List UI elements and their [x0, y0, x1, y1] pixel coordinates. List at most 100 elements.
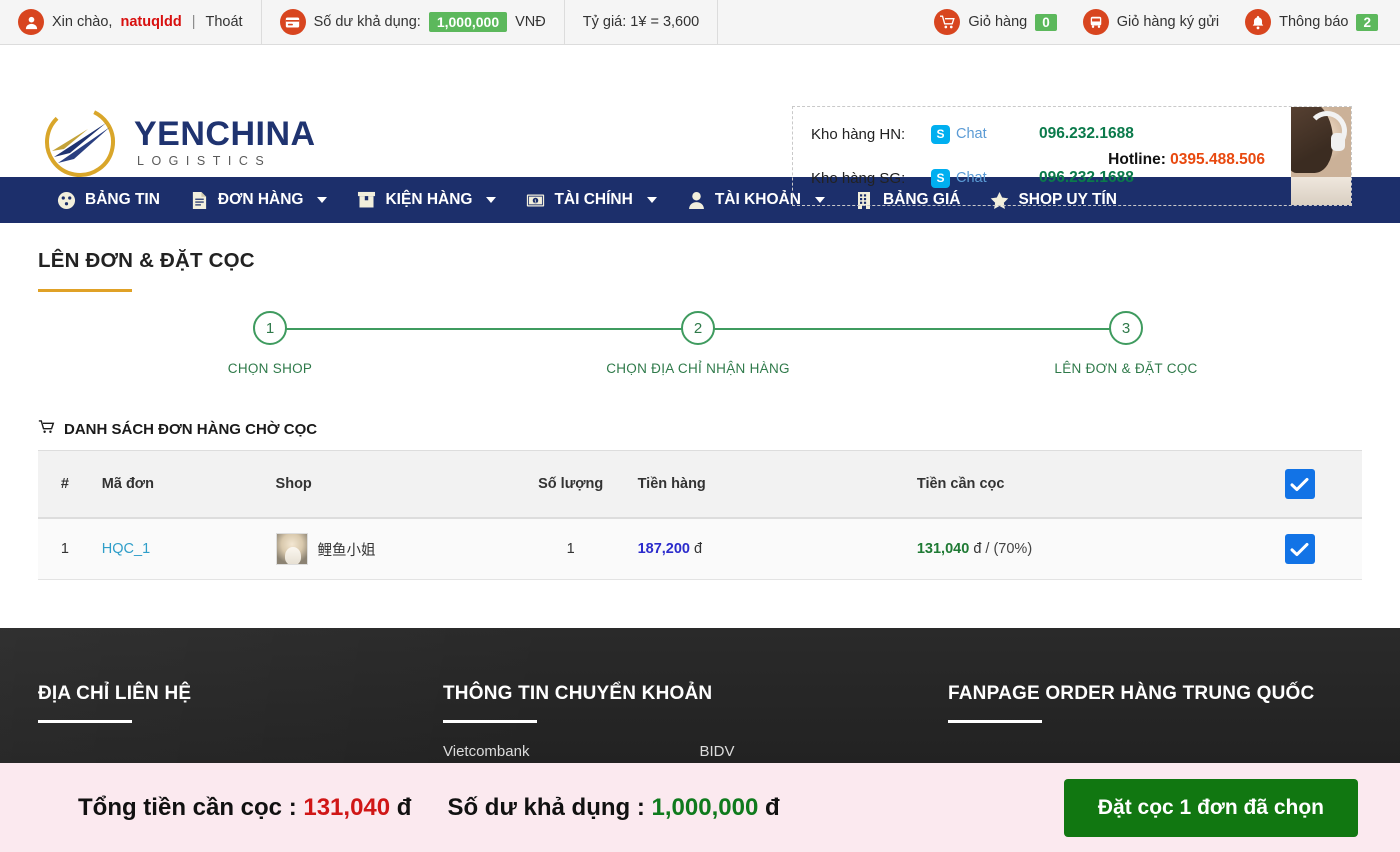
footer-bank-names: Vietcombank BIDV [443, 723, 948, 760]
step-2-circle: 2 [681, 311, 715, 345]
row-shop-cell: 鲤鱼小姐 [266, 518, 514, 580]
contact-info-box: Kho hàng HN: S Chat 096.232.1688 Kho hàn… [792, 106, 1352, 206]
row-select-cell [1238, 518, 1362, 580]
nav-item-don-hang[interactable]: ĐƠN HÀNG [175, 177, 343, 223]
nav-label: KIỆN HÀNG [385, 191, 472, 209]
username-label: natuqldd [120, 14, 181, 30]
logo-wordmark: YENCHINA LOGISTICS [134, 117, 316, 168]
col-qty: Số lượng [514, 451, 628, 519]
shop-info: 鲤鱼小姐 [276, 533, 504, 565]
wallet-icon [280, 9, 306, 35]
cart-heading-icon [38, 420, 55, 438]
orders-table-head: # Mã đơn Shop Số lượng Tiền hàng Tiền cầ… [38, 451, 1362, 519]
col-code: Mã đơn [92, 451, 266, 519]
row-quantity: 1 [514, 518, 628, 580]
topbar-spacer [718, 0, 934, 44]
footer-heading-underline [948, 720, 1042, 723]
footer-heading-underline [38, 720, 132, 723]
exchange-rate-cell: Tỷ giá: 1¥ = 3,600 [565, 0, 718, 44]
warehouse-sg-phone[interactable]: 096.232.1688 [1039, 169, 1134, 187]
balance-value: 1,000,000 [429, 12, 507, 32]
logo-mark-icon [40, 103, 128, 181]
row-amount-value: 187,200 [638, 541, 690, 557]
submit-deposit-button[interactable]: Đặt cọc 1 đơn đã chọn [1064, 779, 1358, 837]
progress-stepper: 1 CHỌN SHOP 2 CHỌN ĐỊA CHỈ NHẬN HÀNG 3 L… [38, 306, 1362, 396]
notification-label: Thông báo [1279, 14, 1348, 30]
step-1-chon-shop[interactable]: 1 CHỌN SHOP [170, 306, 370, 376]
warehouse-hn-label: Kho hàng HN: [811, 126, 931, 143]
step-3-label: LÊN ĐƠN & ĐẶT CỌC [1026, 361, 1226, 376]
site-logo[interactable]: YENCHINA LOGISTICS [40, 103, 316, 181]
order-list-heading: DANH SÁCH ĐƠN HÀNG CHỜ CỌC [38, 420, 1362, 438]
main-content: LÊN ĐƠN & ĐẶT CỌC 1 CHỌN SHOP 2 CHỌN ĐỊA… [0, 223, 1400, 580]
step-3-len-don[interactable]: 3 LÊN ĐƠN & ĐẶT CỌC [1026, 306, 1226, 376]
headset-earcup [1331, 133, 1345, 151]
row-index: 1 [38, 518, 92, 580]
deposit-action-bar: Tổng tiền cần cọc : 131,040 đ Số dư khả … [0, 763, 1400, 852]
col-shop: Shop [266, 451, 514, 519]
balance-label: Số dư khả dụng: [314, 14, 421, 30]
table-header-row: # Mã đơn Shop Số lượng Tiền hàng Tiền cầ… [38, 451, 1362, 519]
nav-label: TÀI KHOẢN [715, 191, 801, 209]
step-1-label: CHỌN SHOP [170, 361, 370, 376]
svg-text:1: 1 [535, 198, 538, 204]
money-icon: 1 [526, 191, 545, 210]
footer-col-contact: ĐỊA CHỈ LIÊN HỆ [38, 683, 443, 760]
hotline-number[interactable]: 0395.488.506 [1170, 151, 1265, 168]
row-select-checkbox[interactable] [1285, 534, 1315, 564]
skype-icon: S [931, 125, 950, 144]
chevron-down-icon [317, 197, 327, 203]
consign-label: Giỏ hàng ký gửi [1117, 14, 1219, 30]
greeting-text: Xin chào, [52, 14, 112, 30]
step-1-circle: 1 [253, 311, 287, 345]
available-balance-block: Số dư khả dụng : 1,000,000 đ [447, 794, 779, 822]
user-avatar-icon [18, 9, 44, 35]
row-amount-unit: đ [694, 541, 702, 557]
nav-label: BẢNG TIN [85, 191, 160, 209]
warehouse-hn-phone[interactable]: 096.232.1688 [1039, 125, 1134, 143]
step-2-chon-dia-chi[interactable]: 2 CHỌN ĐỊA CHỈ NHẬN HÀNG [598, 306, 798, 376]
bank-name-vietcombank: Vietcombank [443, 743, 529, 760]
col-index: # [38, 451, 92, 519]
greeting-separator: | [192, 14, 196, 30]
balance-currency: VNĐ [515, 14, 546, 30]
total-deposit-label: Tổng tiền cần cọc : [78, 794, 297, 821]
logout-link[interactable]: Thoát [205, 14, 242, 30]
cart-button[interactable]: Giỏ hàng 0 [934, 9, 1056, 35]
warehouse-row-hn: Kho hàng HN: S Chat 096.232.1688 [811, 112, 1134, 156]
balance-cell: Số dư khả dụng: 1,000,000 VNĐ [262, 0, 565, 44]
cart-icon [934, 9, 960, 35]
orders-table-body: 1 HQC_1 鲤鱼小姐 1 187,200 đ 131,040 [38, 518, 1362, 580]
col-deposit: Tiền cần cọc [907, 451, 1238, 519]
consign-cart-button[interactable]: Giỏ hàng ký gửi [1083, 9, 1219, 35]
warehouse-contact-rows: Kho hàng HN: S Chat 096.232.1688 Kho hàn… [793, 112, 1134, 200]
total-deposit-block: Tổng tiền cần cọc : 131,040 đ [78, 794, 411, 822]
step-2-label: CHỌN ĐỊA CHỈ NHẬN HÀNG [598, 361, 798, 376]
order-code-link[interactable]: HQC_1 [102, 541, 150, 557]
table-row: 1 HQC_1 鲤鱼小姐 1 187,200 đ 131,040 [38, 518, 1362, 580]
skype-chat-hn-label: Chat [956, 126, 987, 142]
page-title-underline [38, 289, 132, 292]
skype-chat-hn-button[interactable]: S Chat [931, 125, 1039, 144]
notification-button[interactable]: Thông báo 2 [1245, 9, 1378, 35]
skype-chat-sg-button[interactable]: S Chat [931, 169, 1039, 188]
footer-heading-contact: ĐỊA CHỈ LIÊN HỆ [38, 683, 443, 705]
warehouse-row-sg: Kho hàng SG: S Chat 096.232.1688 [811, 156, 1134, 200]
select-all-checkbox[interactable] [1285, 469, 1315, 499]
box-icon [357, 191, 376, 210]
page-title: LÊN ĐƠN & ĐẶT CỌC [38, 223, 1362, 273]
top-bar: Xin chào, natuqldd | Thoát Số dư khả dụn… [0, 0, 1400, 45]
nav-item-tai-chinh[interactable]: 1 TÀI CHÍNH [511, 177, 671, 223]
nav-label: ĐƠN HÀNG [218, 191, 304, 209]
nav-item-kien-hang[interactable]: KIỆN HÀNG [342, 177, 511, 223]
topbar-actions: Giỏ hàng 0 Giỏ hàng ký gửi Thông báo 2 [934, 0, 1400, 44]
support-agent-photo [1291, 107, 1351, 205]
available-balance-unit: đ [765, 794, 780, 821]
bus-icon [1083, 9, 1109, 35]
notification-count-badge: 2 [1356, 14, 1378, 31]
nav-item-bang-tin[interactable]: BẢNG TIN [42, 177, 175, 223]
logo-main-text: YENCHINA [134, 117, 316, 151]
row-amount-cell: 187,200 đ [628, 518, 907, 580]
nav-label: TÀI CHÍNH [554, 191, 632, 209]
chevron-down-icon [647, 197, 657, 203]
